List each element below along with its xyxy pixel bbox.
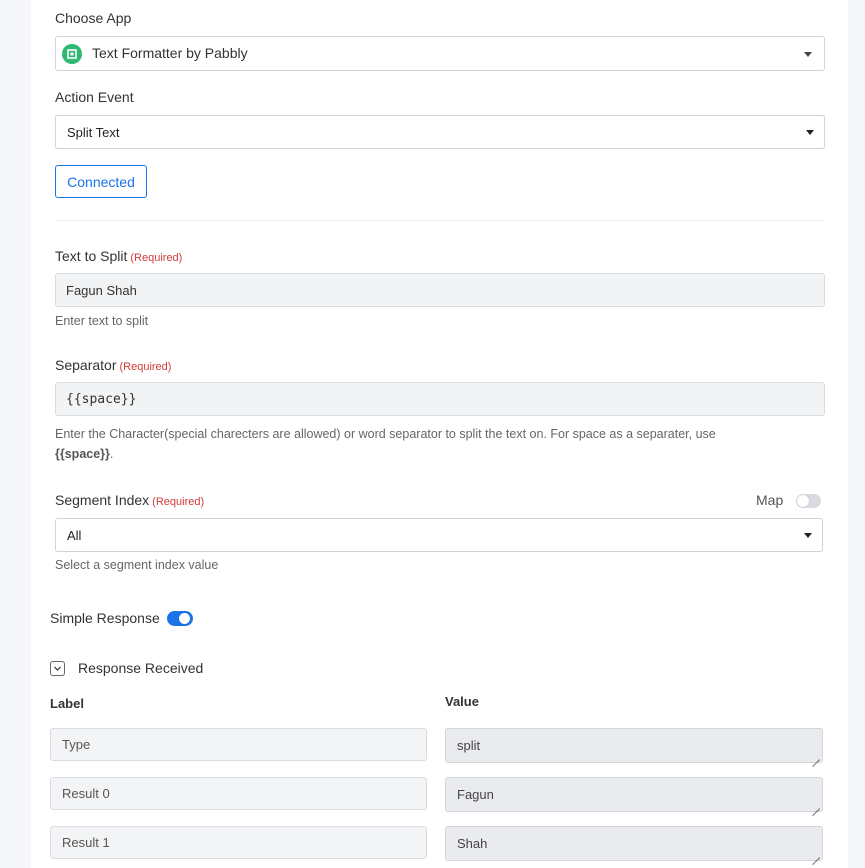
action-event-select[interactable]: Split Text bbox=[55, 115, 825, 149]
response-value-field[interactable]: split bbox=[445, 728, 823, 763]
response-value-field[interactable]: Shah bbox=[445, 826, 823, 861]
chevron-down-icon bbox=[804, 52, 812, 57]
choose-app-label: Choose App bbox=[55, 10, 132, 26]
segment-index-label: Segment Index bbox=[55, 492, 150, 508]
separator-help-text: Enter the Character(special charecters a… bbox=[55, 427, 716, 441]
resize-handle-icon[interactable] bbox=[812, 850, 820, 858]
text-to-split-help: Enter text to split bbox=[55, 314, 149, 328]
simple-response-label: Simple Response bbox=[50, 610, 160, 626]
required-tag: (Required) bbox=[152, 496, 205, 508]
section-divider bbox=[55, 220, 825, 221]
resize-handle-icon[interactable] bbox=[812, 752, 820, 760]
segment-index-value: All bbox=[67, 528, 82, 543]
response-value-field[interactable]: Fagun bbox=[445, 777, 823, 812]
response-label-text: Type bbox=[62, 737, 91, 752]
separator-help: Enter the Character(special charecters a… bbox=[55, 424, 815, 464]
text-to-split-input[interactable]: Fagun Shah bbox=[55, 273, 825, 307]
text-to-split-value: Fagun Shah bbox=[66, 282, 137, 298]
response-label-field[interactable]: Result 0 bbox=[50, 777, 427, 810]
segment-index-label-row: Segment Index (Required) bbox=[55, 492, 204, 510]
value-column-header: Value bbox=[445, 694, 479, 709]
response-label-text: Result 0 bbox=[62, 786, 110, 801]
response-label-field[interactable]: Result 1 bbox=[50, 826, 427, 859]
response-collapse-toggle[interactable] bbox=[50, 661, 65, 676]
simple-response-toggle[interactable] bbox=[167, 611, 193, 626]
choose-app-value: Text Formatter by Pabbly bbox=[92, 45, 248, 61]
text-formatter-app-icon bbox=[62, 44, 82, 64]
required-tag: (Required) bbox=[130, 252, 183, 264]
connected-button[interactable]: Connected bbox=[55, 165, 147, 198]
map-toggle-knob bbox=[797, 495, 809, 507]
separator-label: Separator bbox=[55, 357, 117, 373]
map-label: Map bbox=[756, 492, 784, 508]
resize-handle-icon[interactable] bbox=[812, 801, 820, 809]
label-column-header: Label bbox=[50, 696, 84, 711]
response-value-text: split bbox=[457, 738, 481, 753]
action-event-label: Action Event bbox=[55, 89, 134, 105]
separator-help-end: . bbox=[109, 447, 114, 461]
chevron-down-icon bbox=[54, 666, 61, 671]
text-to-split-label: Text to Split bbox=[55, 248, 128, 264]
separator-value: {{space}} bbox=[66, 391, 137, 407]
response-received-title: Response Received bbox=[78, 660, 204, 676]
required-tag: (Required) bbox=[119, 361, 172, 373]
chevron-down-icon bbox=[804, 533, 812, 538]
map-toggle[interactable] bbox=[796, 494, 821, 508]
response-value-text: Fagun bbox=[457, 787, 494, 802]
separator-label-row: Separator (Required) bbox=[55, 357, 171, 375]
action-event-value: Split Text bbox=[67, 125, 120, 140]
separator-help-code: {{space}} bbox=[55, 447, 110, 461]
response-value-text: Shah bbox=[457, 836, 488, 851]
simple-response-toggle-knob bbox=[179, 613, 190, 624]
choose-app-select[interactable]: Text Formatter by Pabbly bbox=[55, 36, 825, 71]
text-to-split-label-row: Text to Split (Required) bbox=[55, 248, 182, 266]
response-label-field[interactable]: Type bbox=[50, 728, 427, 761]
segment-index-select[interactable]: All bbox=[55, 518, 823, 552]
response-label-text: Result 1 bbox=[62, 835, 110, 850]
segment-index-help: Select a segment index value bbox=[55, 558, 219, 572]
separator-input[interactable]: {{space}} bbox=[55, 382, 825, 416]
chevron-down-icon bbox=[806, 130, 814, 135]
